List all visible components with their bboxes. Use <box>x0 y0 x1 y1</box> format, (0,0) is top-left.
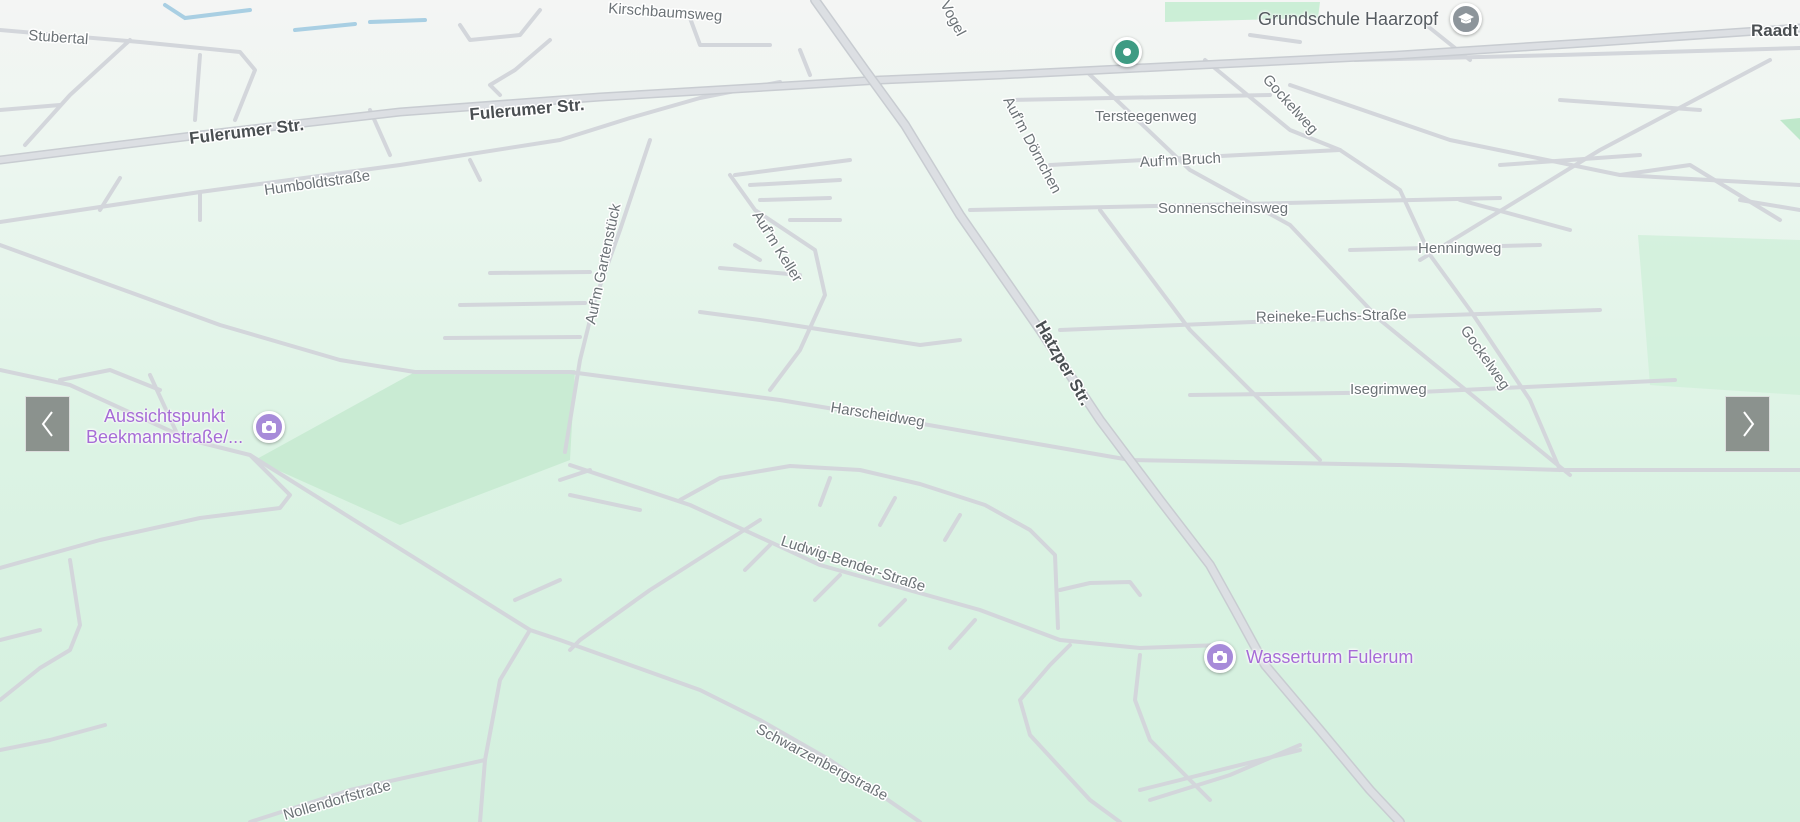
next-button[interactable] <box>1725 396 1770 452</box>
camera-icon[interactable] <box>253 411 286 443</box>
graduation-cap-glyph <box>1458 13 1475 24</box>
street-label: Henningweg <box>1418 240 1501 257</box>
location-pin[interactable] <box>1112 37 1142 67</box>
street-label: Reineke-Fuchs-Straße <box>1256 306 1407 326</box>
street-label: Tersteegenweg <box>1095 108 1197 125</box>
location-pin-icon[interactable] <box>1112 37 1142 67</box>
location-pin-glyph <box>1123 48 1131 56</box>
poi-wasserturm[interactable]: Wasserturm Fulerum <box>1204 641 1413 673</box>
camera-glyph <box>262 421 277 433</box>
poi-label-line: Aussichtspunkt <box>104 406 226 426</box>
chevron-left-icon <box>41 411 53 437</box>
poi-label: Aussichtspunkt Beekmannstraße/... <box>86 406 243 448</box>
graduation-cap-icon[interactable] <box>1450 3 1483 35</box>
camera-icon[interactable] <box>1204 641 1236 673</box>
poi-label-line: Beekmannstraße/... <box>86 427 244 447</box>
poi-grundschule[interactable]: Grundschule Haarzopf <box>1258 3 1483 35</box>
street-label: Raadt <box>1751 21 1799 40</box>
street-label: Sonnenscheinsweg <box>1158 200 1288 217</box>
street-label: Isegrimweg <box>1350 381 1427 398</box>
map-view[interactable]: Stubertal Kirschbaumsweg Fulerumer Str. … <box>0 0 1800 822</box>
poi-label: Wasserturm Fulerum <box>1246 646 1414 667</box>
chevron-right-icon <box>1742 411 1754 437</box>
poi-aussichtspunkt[interactable]: Aussichtspunkt Beekmannstraße/... <box>86 406 286 448</box>
poi-label: Grundschule Haarzopf <box>1258 8 1439 29</box>
prev-button[interactable] <box>25 396 70 452</box>
camera-glyph <box>1213 651 1227 663</box>
